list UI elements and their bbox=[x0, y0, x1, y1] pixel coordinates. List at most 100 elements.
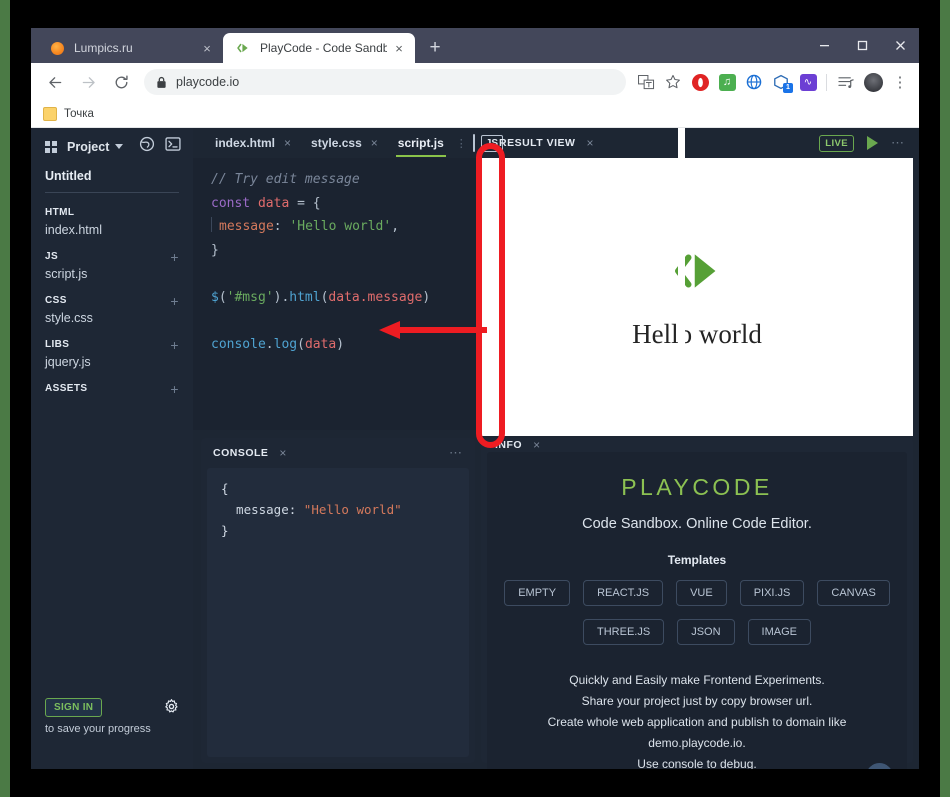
template-button-image[interactable]: IMAGE bbox=[748, 619, 811, 645]
code-paren-close-2: ) bbox=[422, 290, 430, 305]
template-button-empty[interactable]: EMPTY bbox=[504, 580, 570, 606]
extension-badge-count: 1 bbox=[783, 83, 793, 93]
reading-list-icon[interactable] bbox=[833, 69, 859, 95]
file-item-style-css[interactable]: style.css bbox=[45, 311, 179, 325]
template-button-json[interactable]: JSON bbox=[677, 619, 734, 645]
address-bar[interactable]: playcode.io bbox=[144, 69, 626, 95]
templates-label: Templates bbox=[501, 553, 893, 567]
file-group-css: CSS + style.css bbox=[45, 295, 179, 325]
playcode-logo-icon bbox=[235, 40, 251, 56]
document-icon[interactable] bbox=[473, 134, 475, 152]
code-op-assign-open: = { bbox=[297, 196, 320, 211]
close-icon[interactable]: × bbox=[533, 438, 540, 452]
template-button-reactjs[interactable]: REACT.JS bbox=[583, 580, 663, 606]
close-icon[interactable]: × bbox=[391, 40, 407, 56]
templates-row-2: THREE.JS JSON IMAGE bbox=[501, 619, 893, 645]
close-icon[interactable]: × bbox=[199, 40, 215, 56]
editor-pane: index.html × style.css × script.js ⋮ JS … bbox=[193, 128, 481, 430]
console-header: CONSOLE × ⋯ bbox=[201, 438, 475, 468]
box-extension-icon[interactable]: 1 bbox=[768, 69, 794, 95]
project-name: Untitled bbox=[45, 169, 179, 193]
project-sidebar: Project Untitled HTML index.html bbox=[31, 128, 193, 769]
browser-tab-lumpics[interactable]: Lumpics.ru × bbox=[37, 33, 223, 63]
browser-tab-playcode[interactable]: PlayCode - Code Sandbox. Onlin × bbox=[223, 33, 415, 63]
project-menu-label[interactable]: Project bbox=[67, 140, 109, 154]
translate-icon[interactable] bbox=[633, 69, 659, 95]
browser-menu-button[interactable]: ⋮ bbox=[887, 69, 913, 95]
sign-in-button[interactable]: SIGN IN bbox=[45, 698, 102, 717]
new-tab-button[interactable]: + bbox=[421, 34, 449, 62]
add-file-button[interactable]: + bbox=[170, 252, 179, 262]
result-more-icon[interactable]: ⋯ bbox=[891, 135, 905, 151]
avatar[interactable] bbox=[860, 69, 886, 95]
info-title: INFO bbox=[495, 439, 522, 451]
terminal-icon[interactable] bbox=[165, 136, 181, 157]
group-label: ASSETS bbox=[45, 383, 87, 394]
add-file-button[interactable]: + bbox=[170, 340, 179, 350]
code-string-hello-world: 'Hello world' bbox=[289, 219, 391, 234]
code-paren-open: ( bbox=[219, 290, 227, 305]
add-file-button[interactable]: + bbox=[170, 296, 179, 306]
playcode-tagline: Code Sandbox. Online Code Editor. bbox=[501, 516, 893, 532]
file-item-index-html[interactable]: index.html bbox=[45, 223, 179, 237]
sign-in-subtitle: to save your progress bbox=[45, 723, 179, 735]
close-window-button[interactable] bbox=[881, 28, 919, 63]
close-icon[interactable]: × bbox=[586, 136, 593, 150]
globe-extension-icon[interactable] bbox=[741, 69, 767, 95]
grid-icon[interactable] bbox=[45, 141, 57, 153]
info-line: Share your project just by copy browser … bbox=[501, 691, 893, 712]
file-item-jquery-js[interactable]: jquery.js bbox=[45, 355, 179, 369]
editor-tab-style-css[interactable]: style.css × bbox=[301, 128, 388, 158]
editor-tab-bar: index.html × style.css × script.js ⋮ JS bbox=[193, 128, 481, 158]
editor-result-splitter[interactable] bbox=[674, 128, 688, 430]
gear-icon[interactable] bbox=[164, 699, 179, 717]
console-pane: CONSOLE × ⋯ { message: "Hello world" } bbox=[201, 438, 475, 763]
template-button-canvas[interactable]: CANVAS bbox=[817, 580, 889, 606]
console-output[interactable]: { message: "Hello world" } bbox=[207, 468, 469, 757]
console-close-brace: } bbox=[221, 523, 229, 538]
opera-vpn-icon[interactable] bbox=[687, 69, 713, 95]
template-button-threejs[interactable]: THREE.JS bbox=[583, 619, 664, 645]
info-line: Create whole web application and publish… bbox=[501, 712, 893, 754]
maximize-button[interactable] bbox=[843, 28, 881, 63]
window-controls bbox=[805, 28, 919, 63]
code-editor[interactable]: // Try edit message const data = { messa… bbox=[193, 158, 481, 430]
template-button-vue[interactable]: VUE bbox=[676, 580, 727, 606]
close-icon[interactable]: × bbox=[371, 136, 378, 150]
toolbar-divider bbox=[826, 74, 827, 91]
editor-tab-script-js[interactable]: script.js bbox=[388, 128, 454, 158]
console-more-icon[interactable]: ⋯ bbox=[449, 445, 463, 461]
chevron-down-icon[interactable] bbox=[115, 144, 123, 149]
file-group-assets: ASSETS + bbox=[45, 383, 179, 394]
share-icon[interactable] bbox=[139, 136, 155, 157]
reload-button[interactable] bbox=[107, 68, 135, 96]
file-item-script-js[interactable]: script.js bbox=[45, 267, 179, 281]
adblock-extension-icon[interactable]: ∿ bbox=[795, 69, 821, 95]
live-badge[interactable]: LIVE bbox=[819, 135, 854, 152]
code-keyword-const: const bbox=[211, 196, 250, 211]
template-button-pixijs[interactable]: PIXI.JS bbox=[740, 580, 805, 606]
tab-label: index.html bbox=[215, 136, 275, 150]
bookmark-item[interactable]: Точка bbox=[43, 107, 94, 121]
bookmarks-bar: Точка bbox=[31, 101, 919, 128]
result-view-iframe[interactable]: Hello world bbox=[481, 158, 913, 436]
playcode-app: Project Untitled HTML index.html bbox=[31, 128, 919, 769]
code-fn-log: log bbox=[274, 337, 297, 352]
editor-tab-index-html[interactable]: index.html × bbox=[205, 128, 301, 158]
code-line-comment: // Try edit message bbox=[211, 172, 360, 187]
add-file-button[interactable]: + bbox=[170, 384, 179, 394]
group-label: JS bbox=[45, 251, 58, 262]
file-group-js: JS + script.js bbox=[45, 251, 179, 281]
bookmark-star-icon[interactable] bbox=[660, 69, 686, 95]
music-extension-icon[interactable]: ♫ bbox=[714, 69, 740, 95]
code-jquery-dollar: $ bbox=[211, 290, 219, 305]
play-icon[interactable] bbox=[867, 136, 878, 150]
back-button[interactable] bbox=[41, 68, 69, 96]
editor-tabs-overflow-icon[interactable]: ⋮ bbox=[454, 137, 469, 150]
signin-section: SIGN IN to save your progress bbox=[45, 698, 179, 735]
forward-button[interactable] bbox=[74, 68, 102, 96]
minimize-button[interactable] bbox=[805, 28, 843, 63]
info-line: Use console to debug. bbox=[501, 754, 893, 769]
close-icon[interactable]: × bbox=[284, 136, 291, 150]
close-icon[interactable]: × bbox=[279, 446, 286, 460]
